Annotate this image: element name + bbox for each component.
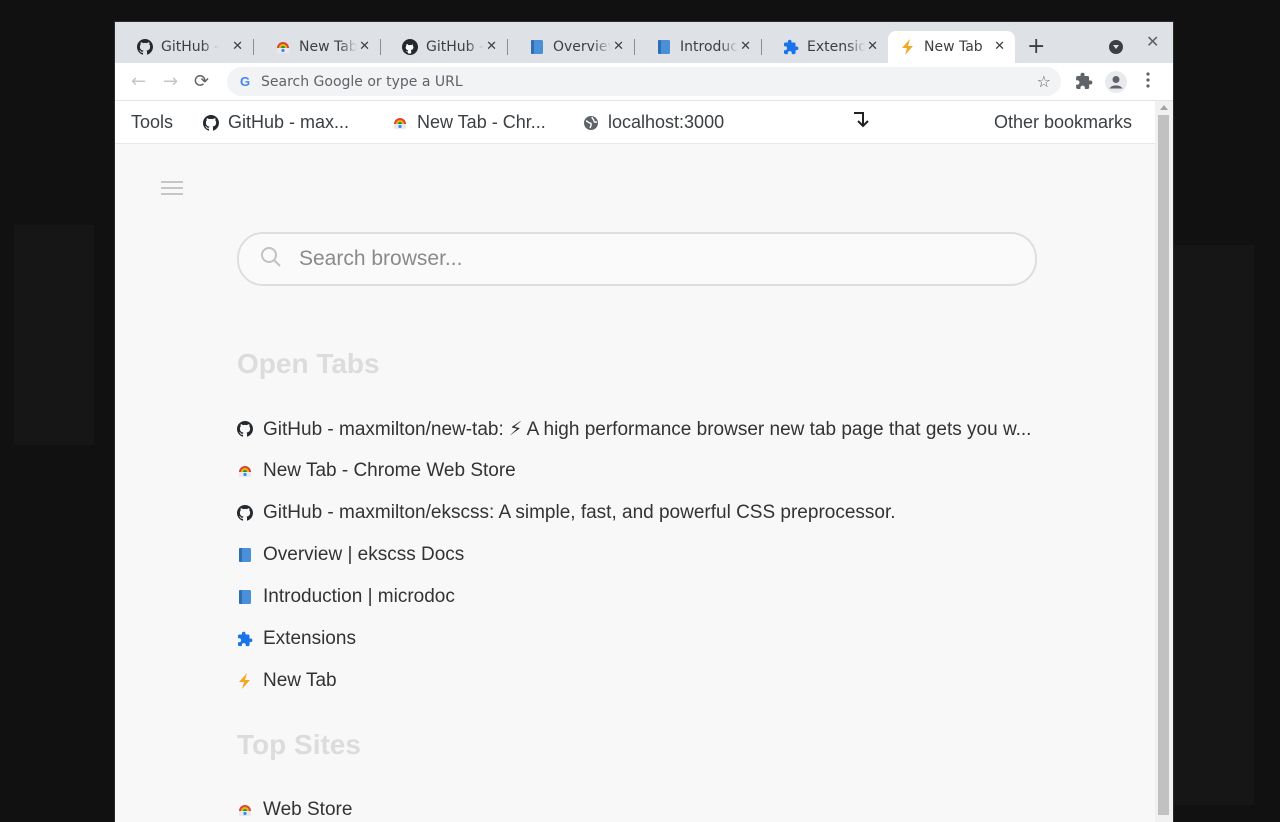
open-tab-item[interactable]: Introduction | microdoc <box>237 585 455 609</box>
open-tab-item[interactable]: GitHub - maxmilton/new-tab: ⚡ A high per… <box>237 417 1031 441</box>
open-tab-label: GitHub - maxmilton/new-tab: ⚡ A high per… <box>263 418 1032 440</box>
webstore-icon <box>391 114 409 132</box>
github-icon <box>137 39 153 55</box>
forward-button[interactable]: → <box>163 71 178 92</box>
background-shape <box>14 225 94 445</box>
open-tab-label: New Tab <box>263 670 337 691</box>
new-tab-button[interactable]: + <box>1027 36 1045 58</box>
tab-title: New Tab <box>924 39 983 55</box>
top-site-label: Web Store <box>263 799 353 820</box>
open-tab-item[interactable]: New Tab - Chrome Web Store <box>237 459 516 483</box>
tab-overview-ekscss[interactable]: Overview | ekscss Docs ✕ <box>507 31 635 63</box>
address-bar[interactable]: G Search Google or type a URL ☆ <box>227 67 1061 96</box>
bookmark-label: Tools <box>131 112 174 132</box>
bookmark-localhost[interactable]: localhost:3000 <box>582 112 724 133</box>
open-tab-item[interactable]: Extensions <box>237 627 356 651</box>
search-input[interactable] <box>297 246 981 272</box>
bookmark-star-icon[interactable]: ☆ <box>1037 72 1051 91</box>
open-tab-label: New Tab - Chrome Web Store <box>263 460 516 481</box>
webstore-icon <box>237 802 253 818</box>
top-site-item[interactable]: Web Store <box>237 798 352 822</box>
tab-title: GitHub - maxmilton/new-tab <box>161 39 219 55</box>
other-bookmarks-label: Other bookmarks <box>994 112 1133 132</box>
close-icon[interactable]: ✕ <box>994 39 1005 54</box>
tab-title: New Tab - Chrome Web Store <box>299 39 357 55</box>
tab-title: Extensions <box>807 39 865 55</box>
github-icon <box>237 505 253 521</box>
close-icon[interactable]: ✕ <box>613 39 624 54</box>
webstore-icon <box>237 463 253 479</box>
puzzle-icon <box>237 631 253 647</box>
github-icon <box>237 421 253 437</box>
tab-github-ekscss[interactable]: GitHub - maxmilton/ekscss ✕ <box>380 31 508 63</box>
browser-window: GitHub - maxmilton/new-tab ✕ New Tab - C… <box>115 22 1173 822</box>
tab-webstore[interactable]: New Tab - Chrome Web Store ✕ <box>253 31 381 63</box>
close-icon[interactable]: ✕ <box>232 39 243 54</box>
extensions-puzzle-icon[interactable] <box>1075 72 1093 94</box>
github-icon <box>402 39 418 55</box>
open-tab-item[interactable]: Overview | ekscss Docs <box>237 543 464 567</box>
tab-introduction-microdoc[interactable]: Introduction | microdoc ✕ <box>634 31 762 63</box>
bookmark-drop-arrow-icon <box>851 109 873 136</box>
menu-hamburger-icon[interactable] <box>161 181 183 195</box>
globe-icon <box>582 114 600 132</box>
scroll-up-arrow-icon[interactable] <box>1160 105 1168 110</box>
bookmark-webstore[interactable]: New Tab - Chr... <box>391 112 546 133</box>
close-icon[interactable]: ✕ <box>359 39 370 54</box>
bookmark-label: localhost:3000 <box>608 112 725 132</box>
tab-new-tab-active[interactable]: New Tab ✕ <box>888 31 1015 63</box>
reload-button[interactable]: ⟳ <box>194 71 209 92</box>
book-icon <box>656 39 672 55</box>
address-bar-placeholder: Search Google or type a URL <box>261 73 463 90</box>
open-tab-label: GitHub - maxmilton/ekscss: A simple, fas… <box>263 502 896 523</box>
bookmark-label: New Tab - Chr... <box>417 112 546 132</box>
bookmarks-bar: Tools GitHub - max... New Tab - Chr... l… <box>115 101 1155 144</box>
scrollbar-thumb[interactable] <box>1158 115 1169 815</box>
lightning-icon <box>237 673 253 689</box>
tab-search-button[interactable] <box>1109 40 1123 54</box>
open-tab-item[interactable]: GitHub - maxmilton/ekscss: A simple, fas… <box>237 501 896 525</box>
search-icon <box>259 245 283 274</box>
window-close-button[interactable]: ✕ <box>1146 32 1159 51</box>
open-tabs-heading: Open Tabs <box>237 348 380 379</box>
tab-title: GitHub - maxmilton/ekscss <box>426 39 484 55</box>
google-icon: G <box>239 74 251 89</box>
menu-kebab-icon[interactable] <box>1146 71 1150 93</box>
tab-github-new-tab[interactable]: GitHub - maxmilton/new-tab ✕ <box>115 31 254 63</box>
other-bookmarks-folder[interactable]: Other bookmarks <box>994 112 1132 133</box>
tab-title: Overview | ekscss Docs <box>553 39 611 55</box>
book-icon <box>529 39 545 55</box>
toolbar: ← → ⟳ G Search Google or type a URL ☆ <box>115 63 1173 101</box>
tab-title: Introduction | microdoc <box>680 39 738 55</box>
back-button[interactable]: ← <box>131 71 146 92</box>
webstore-icon <box>275 39 291 55</box>
newtab-page: Open Tabs GitHub - maxmilton/new-tab: ⚡ … <box>115 144 1155 822</box>
open-tab-item[interactable]: New Tab <box>237 669 337 693</box>
background-shape <box>1174 245 1254 805</box>
top-sites-heading: Top Sites <box>237 729 361 760</box>
bookmark-github[interactable]: GitHub - max... <box>202 112 349 133</box>
book-icon <box>237 589 253 605</box>
puzzle-icon <box>783 39 799 55</box>
close-icon[interactable]: ✕ <box>867 39 878 54</box>
lightning-icon <box>900 39 916 55</box>
browser-search-box <box>237 232 1037 286</box>
bookmark-label: GitHub - max... <box>228 112 350 132</box>
close-icon[interactable]: ✕ <box>486 39 497 54</box>
open-tab-label: Overview | ekscss Docs <box>263 544 465 565</box>
tab-strip: GitHub - maxmilton/new-tab ✕ New Tab - C… <box>115 22 1173 63</box>
github-icon <box>202 114 220 132</box>
open-tab-label: Introduction | microdoc <box>263 586 455 607</box>
profile-avatar-icon[interactable] <box>1105 71 1127 97</box>
tab-extensions[interactable]: Extensions ✕ <box>761 31 888 63</box>
page-scrollbar[interactable] <box>1155 101 1173 822</box>
book-icon <box>237 547 253 563</box>
open-tab-label: Extensions <box>263 628 356 649</box>
close-icon[interactable]: ✕ <box>740 39 751 54</box>
bookmark-tools[interactable]: Tools <box>131 112 173 133</box>
